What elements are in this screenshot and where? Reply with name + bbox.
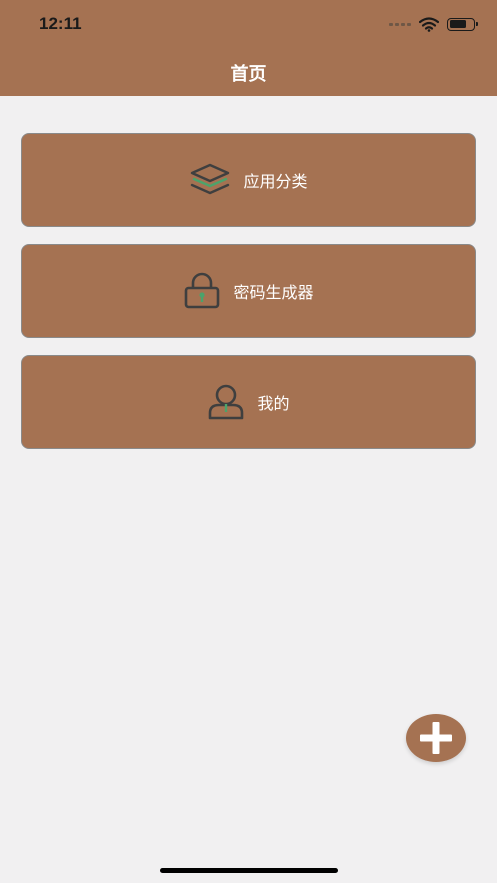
wifi-icon — [419, 16, 439, 32]
status-icons — [389, 15, 478, 33]
battery-icon — [447, 17, 478, 31]
status-time: 12:11 — [39, 14, 82, 33]
home-indicator[interactable] — [160, 868, 338, 873]
cellular-signal-icon — [389, 22, 411, 26]
menu-item-password-generator[interactable]: 密码生成器 — [21, 244, 476, 338]
user-icon — [207, 383, 245, 421]
menu-item-label: 应用分类 — [243, 172, 308, 191]
plus-icon — [420, 722, 452, 754]
menu-item-mine[interactable]: 我的 — [21, 355, 476, 449]
page-title: 首页 — [230, 64, 267, 85]
add-button[interactable] — [406, 714, 466, 762]
menu-item-label: 我的 — [257, 394, 290, 413]
layers-icon — [189, 163, 231, 197]
menu-item-label: 密码生成器 — [233, 283, 314, 302]
lock-icon — [183, 272, 221, 310]
menu-item-app-categories[interactable]: 应用分类 — [21, 133, 476, 227]
header-bar: 12:11 首页 — [0, 0, 497, 96]
